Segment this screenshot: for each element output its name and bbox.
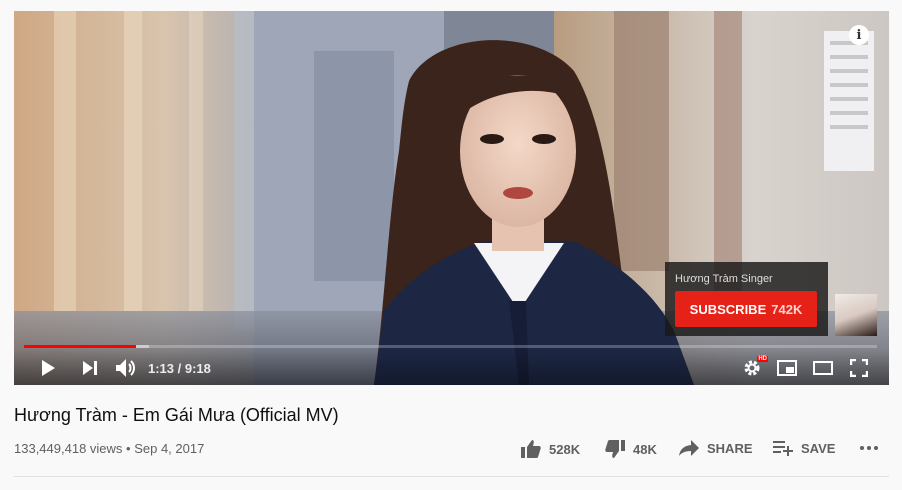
dislike-button[interactable]: 48K bbox=[605, 440, 657, 458]
volume-icon[interactable] bbox=[114, 356, 138, 380]
fullscreen-icon[interactable] bbox=[847, 356, 871, 380]
upload-date: Sep 4, 2017 bbox=[134, 441, 205, 456]
video-meta: 133,449,418 views • Sep 4, 2017 bbox=[14, 441, 204, 456]
control-bar: 1:13 / 9:18 HD bbox=[14, 349, 889, 385]
like-count: 528K bbox=[549, 441, 581, 457]
more-actions-button[interactable] bbox=[860, 446, 878, 450]
subscribe-label: SUBSCRIBE bbox=[689, 301, 767, 317]
play-icon[interactable] bbox=[34, 356, 62, 380]
next-icon[interactable] bbox=[78, 356, 102, 380]
playlist-add-icon bbox=[773, 441, 793, 456]
duration: 9:18 bbox=[184, 361, 211, 376]
hd-badge: HD bbox=[757, 356, 768, 362]
channel-avatar[interactable] bbox=[835, 294, 877, 336]
video-player[interactable]: i Hương Tràm Singer SUBSCRIBE 742K 1:13 … bbox=[14, 11, 889, 385]
view-count: 133,449,418 views bbox=[14, 441, 123, 456]
save-label: SAVE bbox=[801, 440, 836, 456]
share-button[interactable]: SHARE bbox=[679, 440, 753, 456]
info-icon[interactable]: i bbox=[849, 25, 869, 45]
theater-icon[interactable] bbox=[811, 356, 835, 380]
meta-dot: • bbox=[122, 441, 135, 456]
more-icon bbox=[860, 446, 878, 450]
thumb-down-icon bbox=[605, 440, 625, 458]
settings-icon[interactable]: HD bbox=[741, 356, 768, 380]
save-button[interactable]: SAVE bbox=[773, 440, 835, 456]
share-label: SHARE bbox=[707, 440, 753, 456]
current-time: 1:13 bbox=[148, 361, 175, 376]
subscribe-card[interactable]: Hương Tràm Singer SUBSCRIBE 742K bbox=[665, 262, 828, 336]
progress-played bbox=[24, 345, 136, 348]
share-icon bbox=[679, 440, 699, 456]
divider bbox=[14, 476, 889, 477]
time-display: 1:13 / 9:18 bbox=[148, 361, 211, 376]
thumb-up-icon bbox=[521, 440, 541, 458]
miniplayer-icon[interactable] bbox=[775, 356, 799, 380]
like-button[interactable]: 528K bbox=[521, 440, 580, 458]
subscribe-button[interactable]: SUBSCRIBE 742K bbox=[675, 291, 817, 327]
time-separator: / bbox=[174, 361, 185, 376]
progress-bar[interactable] bbox=[24, 345, 877, 348]
subscriber-count: 742K bbox=[771, 301, 803, 317]
video-title: Hương Tràm - Em Gái Mưa (Official MV) bbox=[14, 405, 339, 425]
dislike-count: 48K bbox=[633, 441, 657, 457]
channel-name: Hương Tràm Singer bbox=[675, 273, 773, 285]
